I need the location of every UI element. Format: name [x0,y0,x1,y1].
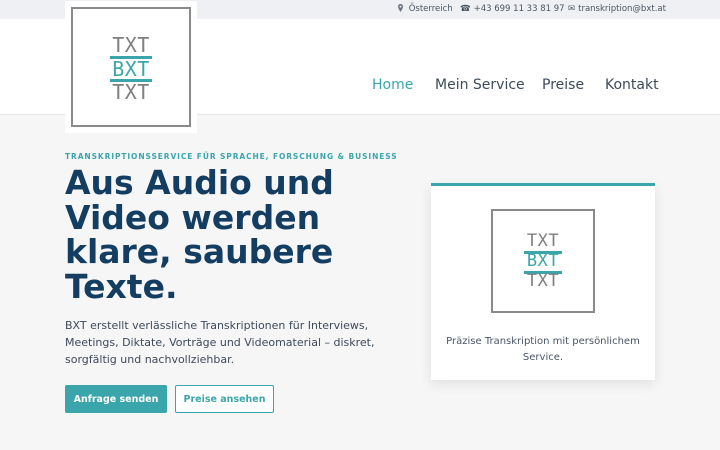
nav-item-home[interactable]: Home [372,77,413,93]
card-logo-line-bottom: TXT [526,271,560,291]
phone-text: +43 699 11 33 81 97 [473,4,565,14]
logo-frame: TXT BXT TXT [71,7,191,127]
card-logo-line-top: TXT [526,231,560,251]
card-logo-line-middle: BXT [526,251,560,271]
phone-icon: ☎ [460,4,471,14]
nav-item-kontakt[interactable]: Kontakt [605,77,659,93]
envelope-icon: ✉ [568,4,576,14]
map-pin-icon [398,4,406,14]
email-text: transkription@bxt.at [578,4,666,14]
email-link[interactable]: ✉ transkription@bxt.at [568,4,666,14]
location-text: Österreich [408,4,453,14]
logo-line-top: TXT [112,33,150,57]
nav-item-mein-service[interactable]: Mein Service [435,77,525,93]
hero-title: Aus Audio und Video werden klare, sauber… [65,163,334,306]
service-card: TXT BXT TXT Präzise Transkription mit pe… [431,183,655,380]
site-logo[interactable]: TXT BXT TXT [65,1,197,133]
view-prices-button[interactable]: Preise ansehen [175,385,274,413]
logo-line-bottom: TXT [112,80,150,104]
hero-description: BXT erstellt verlässliche Transkriptione… [65,319,375,366]
nav-item-preise[interactable]: Preise [542,77,584,93]
phone-link[interactable]: ☎ +43 699 11 33 81 97 [460,4,565,14]
card-logo-frame: TXT BXT TXT [491,209,595,313]
request-button[interactable]: Anfrage senden [65,385,167,413]
location-info: Österreich [398,4,453,14]
hero-kicker: TRANSKRIPTIONSSERVICE FÜR SPRACHE, FORSC… [65,152,398,161]
card-caption: Präzise Transkription mit persönlichem S… [446,336,640,363]
logo-line-middle: BXT [112,57,150,81]
